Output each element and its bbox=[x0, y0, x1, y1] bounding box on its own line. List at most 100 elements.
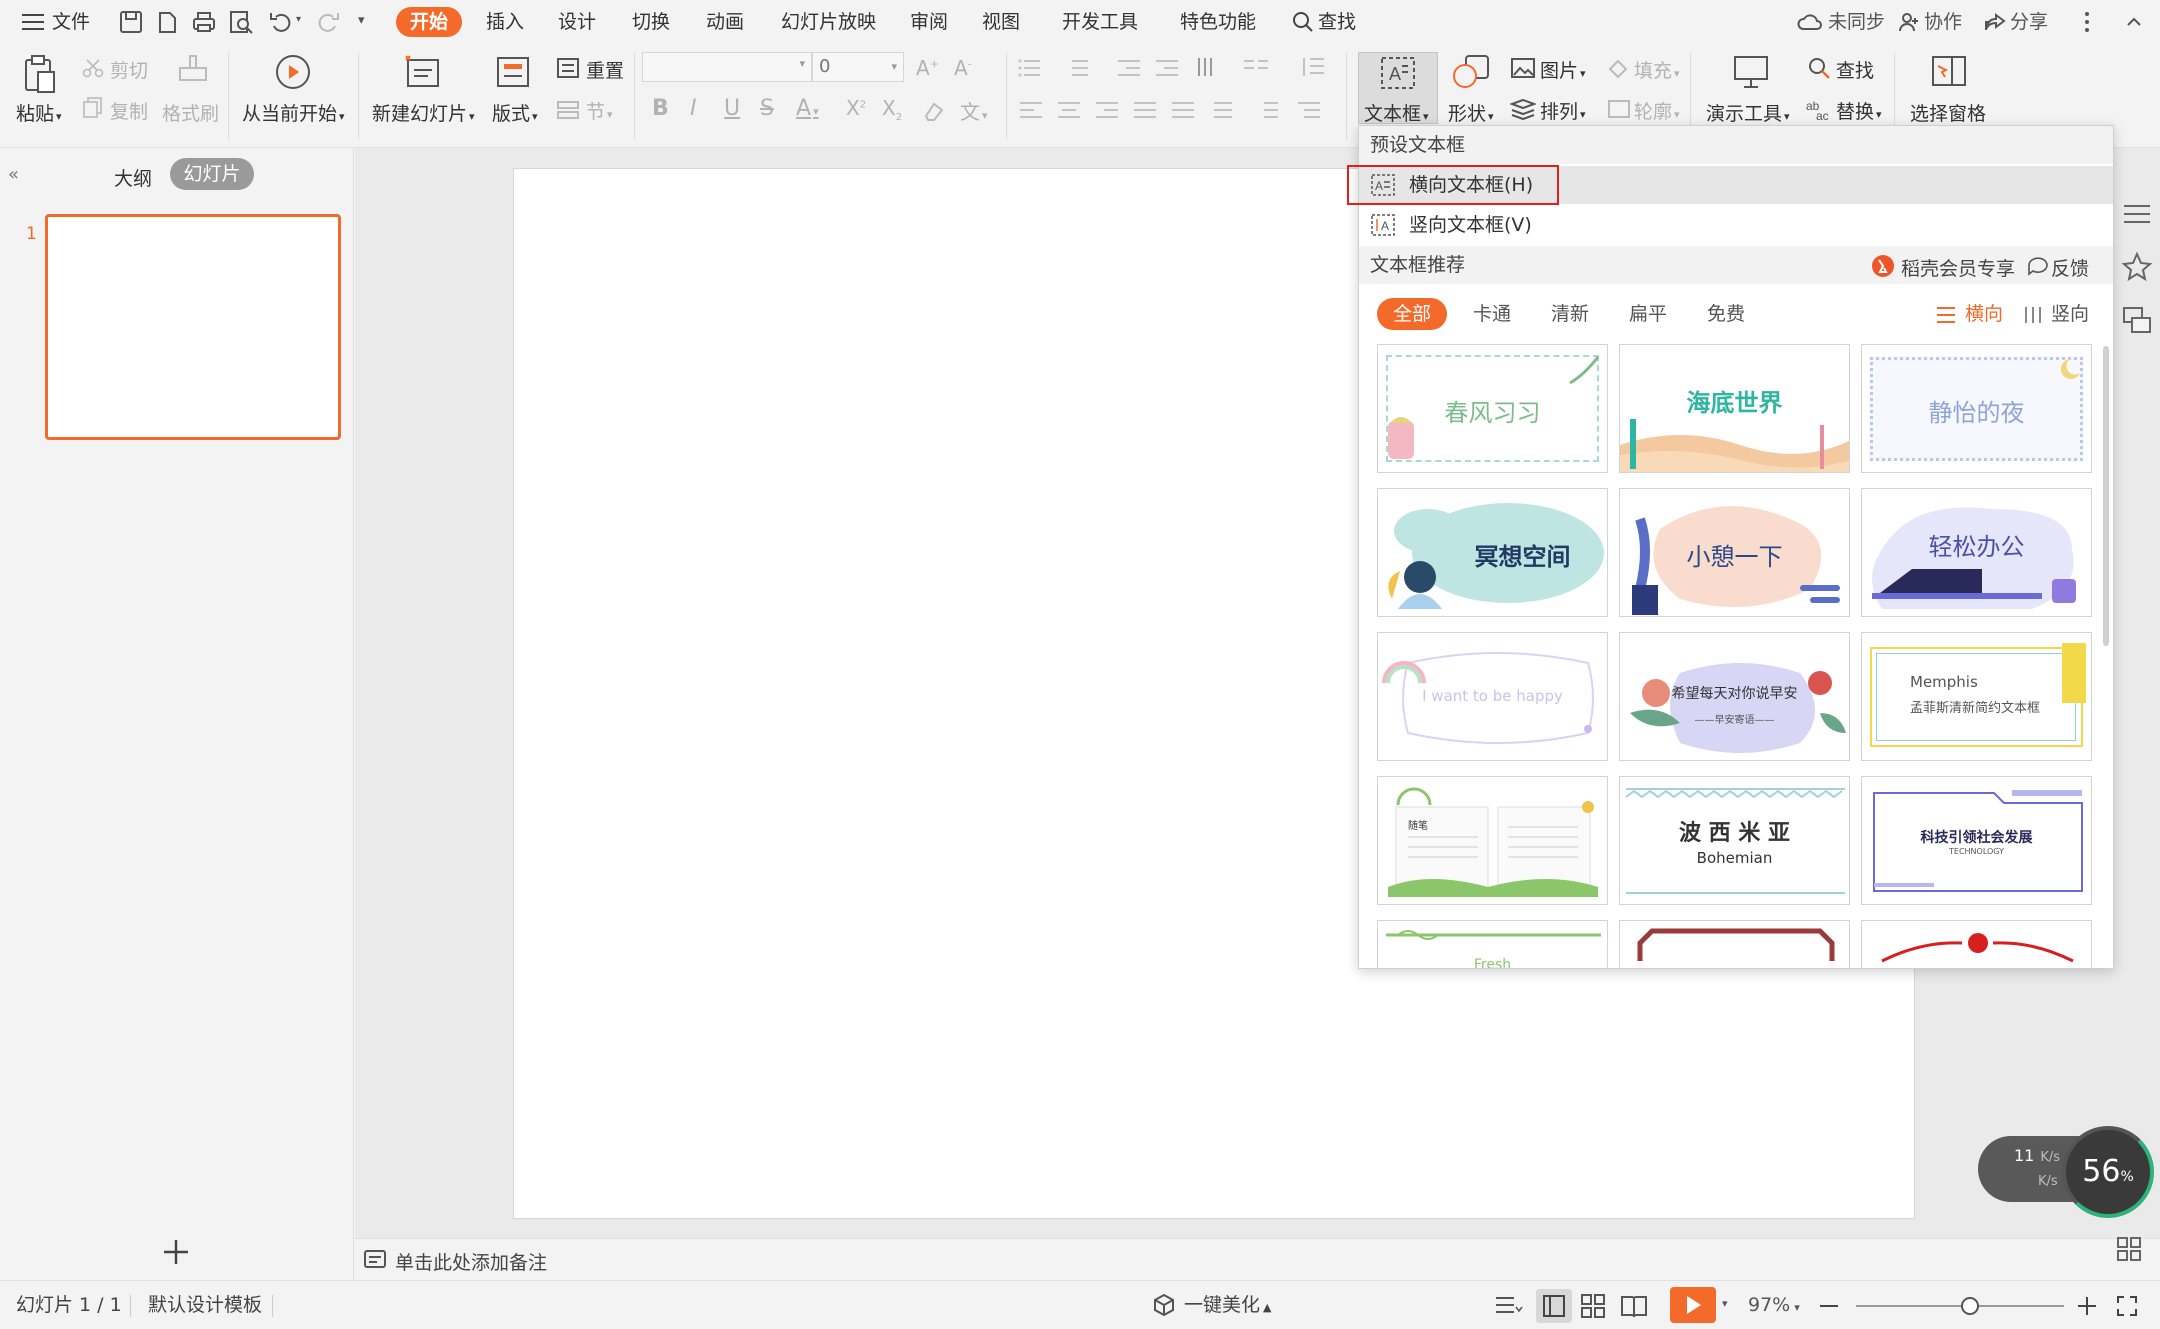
clear-format-icon[interactable] bbox=[922, 100, 946, 122]
search-label[interactable]: 查找 bbox=[1318, 0, 1356, 44]
tab-slideshow[interactable]: 幻灯片放映 bbox=[781, 0, 876, 44]
output-pdf-icon[interactable] bbox=[154, 9, 180, 35]
file-menu[interactable]: 文件 bbox=[52, 0, 90, 44]
template-card[interactable]: Memphis 孟菲斯清新简约文本框 bbox=[1861, 632, 2092, 761]
vertical-textbox-item[interactable]: 竖向文本框(V) bbox=[1359, 206, 2113, 244]
filter-cartoon[interactable]: 卡通 bbox=[1473, 298, 1511, 330]
section-button[interactable]: 节 ▾ bbox=[586, 97, 613, 124]
convert-smartart-icon[interactable] bbox=[1296, 100, 1330, 120]
customize-toolbar-icon[interactable]: ▾ bbox=[358, 13, 365, 28]
undo-dropdown-icon[interactable]: ▾ bbox=[296, 14, 301, 25]
template-card[interactable] bbox=[1861, 920, 2092, 968]
collapse-panel-icon[interactable]: « bbox=[8, 164, 19, 185]
vertical-orient-icon[interactable] bbox=[2023, 306, 2043, 324]
present-tools-button[interactable]: 演示工具 ▾ bbox=[1706, 99, 1790, 126]
fill-button[interactable]: 填充 ▾ bbox=[1634, 56, 1680, 83]
beautify-button[interactable]: 一键美化 ▲ bbox=[1184, 1281, 1271, 1329]
feedback-icon[interactable] bbox=[2027, 256, 2049, 276]
font-color-icon[interactable]: A ▾ bbox=[796, 96, 819, 121]
sorter-view-icon[interactable] bbox=[1580, 1293, 1606, 1319]
shape-button[interactable]: 形状 ▾ bbox=[1448, 99, 1494, 126]
zoom-in-icon[interactable] bbox=[2078, 1297, 2096, 1315]
orient-horizontal[interactable]: 横向 bbox=[1965, 298, 2003, 330]
dropdown-scrollbar[interactable] bbox=[2103, 346, 2109, 646]
notes-placeholder[interactable]: 单击此处添加备注 bbox=[395, 1248, 547, 1275]
paste-icon[interactable] bbox=[22, 54, 58, 94]
template-card[interactable]: I want to be happy bbox=[1377, 632, 1608, 761]
template-card[interactable]: 科技引领社会发展 TECHNOLOGY bbox=[1861, 776, 2092, 905]
add-slide-icon[interactable] bbox=[162, 1238, 190, 1266]
star-icon[interactable] bbox=[2114, 246, 2160, 286]
justify-icon[interactable] bbox=[1132, 100, 1158, 120]
zoom-out-icon[interactable] bbox=[1820, 1305, 1838, 1307]
align-right-icon[interactable] bbox=[1094, 100, 1120, 120]
tab-design[interactable]: 设计 bbox=[558, 0, 596, 44]
tab-slides[interactable]: 幻灯片 bbox=[170, 158, 254, 190]
tab-view[interactable]: 视图 bbox=[982, 0, 1020, 44]
paragraph-spacing-icon[interactable] bbox=[1254, 100, 1288, 120]
font-name-combobox[interactable]: ▾ bbox=[642, 52, 812, 82]
picture-button[interactable]: 图片 ▾ bbox=[1540, 56, 1586, 83]
cloud-sync-icon[interactable] bbox=[1797, 12, 1823, 32]
new-slide-button[interactable]: 新建幻灯片 ▾ bbox=[372, 99, 475, 126]
grow-font-icon[interactable]: A+ bbox=[916, 56, 939, 80]
properties-icon[interactable] bbox=[2114, 192, 2160, 232]
replace-button[interactable]: 替换 ▾ bbox=[1836, 97, 1882, 124]
increase-indent-icon[interactable] bbox=[1154, 58, 1180, 78]
template-card[interactable]: 冥想空间 bbox=[1377, 488, 1608, 617]
tab-review[interactable]: 审阅 bbox=[910, 0, 948, 44]
find-button[interactable]: 查找 bbox=[1836, 56, 1874, 83]
share-icon[interactable] bbox=[1984, 12, 2006, 32]
template-name[interactable]: 默认设计模板 bbox=[148, 1281, 262, 1329]
format-painter-button[interactable]: 格式刷 bbox=[162, 99, 219, 126]
phonetic-guide-icon[interactable]: 文 ▾ bbox=[960, 96, 988, 125]
shrink-font-icon[interactable]: A- bbox=[954, 56, 972, 80]
line-spacing-icon[interactable] bbox=[1300, 56, 1334, 78]
fit-window-icon[interactable] bbox=[2116, 1295, 2138, 1317]
font-size-combobox[interactable]: 0 ▾ bbox=[812, 52, 904, 82]
template-card[interactable]: 静怡的夜 bbox=[1861, 344, 2092, 473]
redo-icon[interactable] bbox=[315, 9, 341, 35]
decrease-indent-icon[interactable] bbox=[1116, 58, 1142, 78]
filter-all[interactable]: 全部 bbox=[1377, 298, 1447, 330]
filter-fresh[interactable]: 清新 bbox=[1551, 298, 1589, 330]
strikethrough-icon[interactable]: S bbox=[760, 96, 774, 121]
member-exclusive-link[interactable]: 稻壳会员专享 bbox=[1901, 254, 2015, 281]
more-icon[interactable] bbox=[2084, 11, 2090, 33]
normal-view-icon[interactable] bbox=[1536, 1289, 1572, 1323]
save-icon[interactable] bbox=[118, 9, 144, 35]
italic-icon[interactable]: I bbox=[690, 96, 697, 121]
subscript-icon[interactable]: X2 bbox=[882, 96, 902, 123]
collaborate-icon[interactable] bbox=[1898, 12, 1920, 32]
distribute-icon[interactable] bbox=[1170, 100, 1196, 120]
collapse-ribbon-icon[interactable] bbox=[2124, 12, 2144, 32]
template-card[interactable]: 轻松办公 bbox=[1861, 488, 2092, 617]
template-card[interactable]: Fresh bbox=[1377, 920, 1608, 968]
share-button[interactable]: 分享 bbox=[2010, 0, 2048, 44]
reading-view-icon[interactable] bbox=[1620, 1293, 1648, 1319]
grid-view-icon[interactable] bbox=[2115, 1235, 2143, 1263]
numbering-icon[interactable] bbox=[1066, 58, 1098, 78]
zoom-slider-track[interactable] bbox=[1856, 1305, 2064, 1307]
hamburger-icon[interactable] bbox=[22, 13, 44, 31]
template-card[interactable] bbox=[1619, 920, 1850, 968]
collaborate-button[interactable]: 协作 bbox=[1924, 0, 1962, 44]
text-direction-icon[interactable] bbox=[1196, 56, 1230, 78]
template-card[interactable]: 海底世界 bbox=[1619, 344, 1850, 473]
template-card[interactable]: 随笔 bbox=[1377, 776, 1608, 905]
template-card[interactable]: 希望每天对你说早安 ——早安寄语—— bbox=[1619, 632, 1850, 761]
horizontal-orient-icon[interactable] bbox=[1935, 306, 1957, 324]
outline-button[interactable]: 轮廓 ▾ bbox=[1634, 97, 1680, 124]
print-icon[interactable] bbox=[191, 9, 217, 35]
tab-insert[interactable]: 插入 bbox=[486, 0, 524, 44]
play-slideshow-button[interactable] bbox=[1670, 1287, 1716, 1323]
tab-animation[interactable]: 动画 bbox=[706, 0, 744, 44]
notes-toggle-icon[interactable] bbox=[1494, 1295, 1524, 1317]
tab-developer[interactable]: 开发工具 bbox=[1062, 0, 1138, 44]
tab-special[interactable]: 特色功能 bbox=[1180, 0, 1256, 44]
template-card[interactable]: 小憩一下 bbox=[1619, 488, 1850, 617]
tab-home[interactable]: 开始 bbox=[396, 7, 463, 37]
reset-button[interactable]: 重置 bbox=[586, 56, 624, 83]
print-preview-icon[interactable] bbox=[228, 9, 254, 35]
template-card[interactable]: 波 西 米 亚 Bohemian bbox=[1619, 776, 1850, 905]
